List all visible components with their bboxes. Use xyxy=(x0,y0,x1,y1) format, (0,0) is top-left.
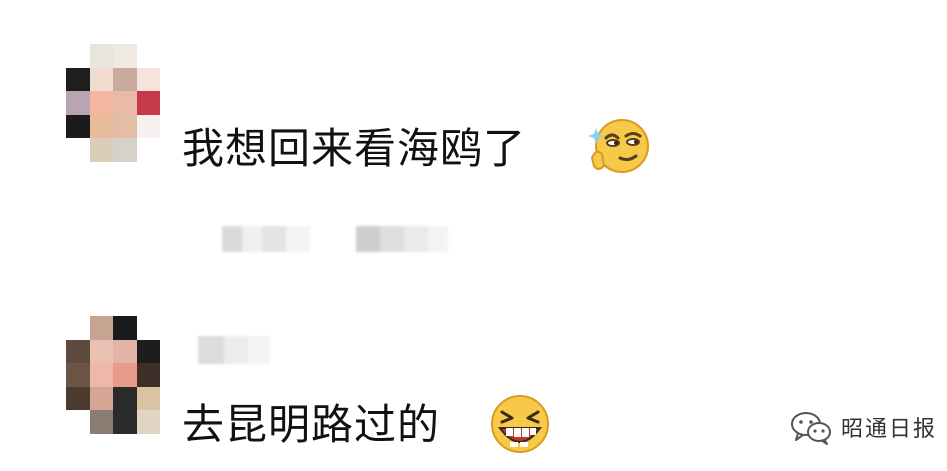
avatar[interactable] xyxy=(66,316,160,434)
grinning-laughing-emoji xyxy=(491,395,549,453)
reply-meta xyxy=(222,226,310,252)
wechat-icon xyxy=(790,412,831,445)
comment-text: 我想回来看海鸥了 xyxy=(182,124,527,173)
avatar[interactable] xyxy=(66,44,160,162)
watermark-text: 昭通日报 xyxy=(840,417,937,442)
reply-meta xyxy=(356,226,448,252)
smirk-thinking-emoji xyxy=(588,119,649,173)
watermark: 昭通日报 xyxy=(789,409,937,445)
username xyxy=(198,336,270,364)
comment-text: 去昆明路过的 xyxy=(182,400,441,449)
